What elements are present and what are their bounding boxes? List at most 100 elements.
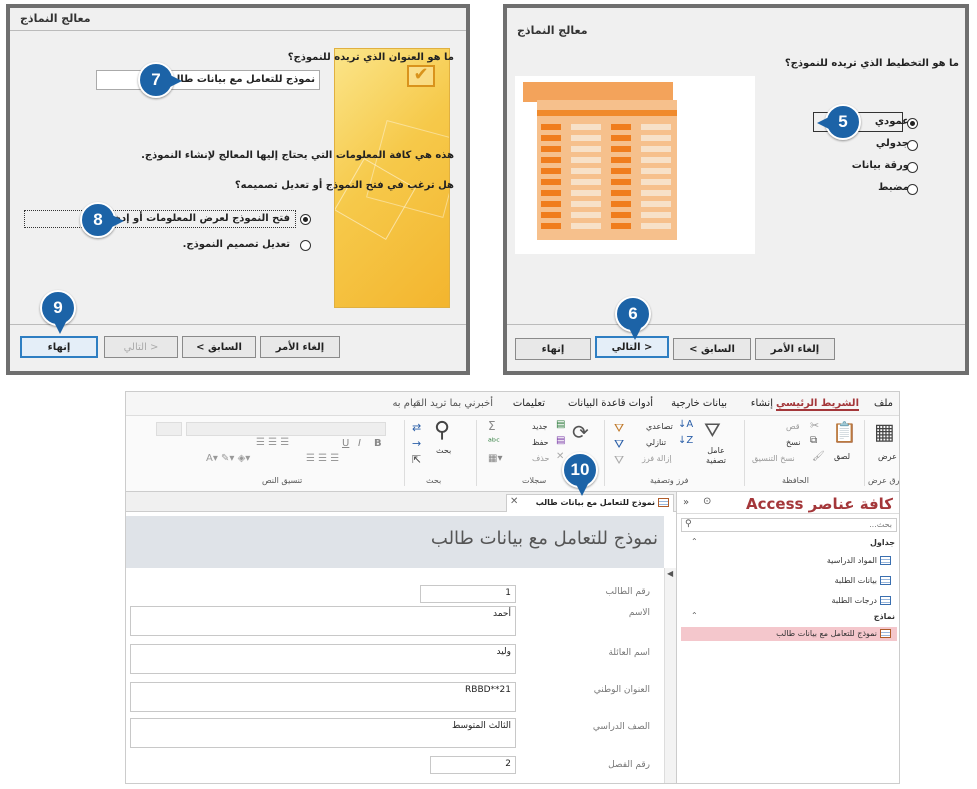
- select-icon[interactable]: ⇱: [412, 454, 421, 465]
- tab-external-data[interactable]: بيانات خارجية: [671, 398, 727, 409]
- record-selector[interactable]: [664, 568, 676, 783]
- tab-help[interactable]: تعليمات: [513, 398, 545, 409]
- view-button-label[interactable]: عرض: [878, 452, 897, 461]
- nav-table-item[interactable]: بيانات الطلبة: [835, 576, 891, 585]
- back-button[interactable]: < السابق: [673, 338, 751, 360]
- delete-record-icon[interactable]: ✕: [556, 452, 564, 462]
- collapse-tables-icon[interactable]: ⌃: [691, 538, 698, 546]
- nav-pane-title[interactable]: كافة عناصر Access: [746, 495, 893, 513]
- toggle-filter-icon[interactable]: ⛛: [614, 454, 624, 466]
- sort-asc-label[interactable]: تصاعدي: [646, 422, 673, 431]
- checkmark-icon: ✔: [407, 65, 435, 87]
- group-find: بحث: [426, 476, 442, 485]
- bold-button[interactable]: B: [374, 438, 382, 449]
- nav-section-tables[interactable]: جداول: [870, 538, 895, 547]
- finish-button[interactable]: إنهاء: [515, 338, 591, 360]
- field-class-number[interactable]: 2: [430, 756, 516, 774]
- tell-me-box[interactable]: أخبرني بما تريد القيام به: [392, 398, 493, 409]
- font-size-dropdown[interactable]: [156, 422, 182, 436]
- nav-form-item[interactable]: نموذج للتعامل مع بيانات طالب: [776, 629, 891, 638]
- option-tabular[interactable]: جدولي: [876, 138, 909, 149]
- delete-record-label[interactable]: حذف: [532, 454, 549, 463]
- filter-label[interactable]: عامل تصفية: [698, 446, 734, 466]
- scissors-icon[interactable]: ✂: [810, 420, 819, 431]
- sort-desc-icon[interactable]: ↓Z: [678, 436, 693, 446]
- option-datasheet[interactable]: ورقة بيانات: [852, 160, 909, 171]
- radio-modify-design[interactable]: [300, 240, 311, 251]
- goto-icon[interactable]: →: [412, 438, 421, 449]
- option-columnar[interactable]: عمودي: [875, 116, 909, 127]
- field-grade[interactable]: الثالث المتوسط: [130, 718, 516, 748]
- layout-preview: [515, 76, 755, 254]
- remove-sort-label[interactable]: إزالة فرز: [642, 454, 672, 463]
- italic-button[interactable]: I: [358, 438, 361, 449]
- tab-file[interactable]: ملف: [874, 398, 893, 409]
- sort-desc-label[interactable]: تنازلي: [646, 438, 666, 447]
- tab-database-tools[interactable]: أدوات قاعدة البيانات: [568, 398, 653, 409]
- group-text-formatting: تنسيق النص: [262, 476, 303, 485]
- totals-icon[interactable]: Σ: [488, 420, 496, 432]
- save-record-icon[interactable]: ▤: [556, 436, 565, 446]
- finish-button[interactable]: إنهاء: [20, 336, 98, 358]
- cut-label[interactable]: قص: [786, 422, 800, 431]
- field-first-name[interactable]: أحمد: [130, 606, 516, 636]
- field-national-address[interactable]: RBBD**21: [130, 682, 516, 712]
- font-color-icon[interactable]: A▾ ✎▾ ◈▾: [206, 454, 250, 464]
- form-title-input[interactable]: نموذج للتعامل مع بيانات طالب: [96, 70, 320, 90]
- nav-search-input[interactable]: بحث...: [681, 518, 897, 532]
- document-tab[interactable]: نموذج للتعامل مع بيانات طالب: [506, 494, 674, 512]
- info-text: هذه هي كافة المعلومات التي يحتاج إليها ا…: [141, 150, 454, 161]
- step-badge-8: 8: [80, 202, 124, 238]
- save-record-label[interactable]: حفظ: [532, 438, 549, 447]
- back-button[interactable]: < السابق: [182, 336, 256, 358]
- field-student-id[interactable]: 1: [420, 585, 516, 603]
- radio-open-form[interactable]: [300, 214, 311, 225]
- document-area: نموذج للتعامل مع بيانات طالب ✕ 10 نموذج …: [126, 452, 676, 783]
- tab-create[interactable]: إنشاء: [751, 398, 773, 409]
- more-icon[interactable]: ▦▾: [488, 454, 502, 464]
- nav-table-item[interactable]: درجات الطلبة: [832, 596, 891, 605]
- filter-icon[interactable]: ⛛: [704, 420, 721, 440]
- new-record-label[interactable]: جديد: [532, 422, 548, 431]
- find-label[interactable]: بحث: [436, 446, 451, 455]
- sort-asc-icon[interactable]: ↓A: [678, 420, 693, 430]
- next-button-disabled[interactable]: التالي >: [104, 336, 178, 358]
- step-badge-6: 6: [615, 296, 651, 340]
- paste-label[interactable]: لصق: [834, 452, 850, 461]
- nav-menu-icon[interactable]: ⊙: [703, 497, 711, 507]
- font-name-dropdown[interactable]: [186, 422, 386, 436]
- format-painter-label[interactable]: نسخ التنسيق: [752, 454, 795, 463]
- option-justified[interactable]: مضبط: [878, 182, 909, 193]
- nav-section-forms[interactable]: نماذج: [874, 612, 895, 621]
- underline-button[interactable]: U: [342, 438, 349, 449]
- new-record-icon[interactable]: ▤: [556, 420, 565, 430]
- cancel-button[interactable]: إلغاء الأمر: [755, 338, 835, 360]
- tab-home[interactable]: الشريط الرئيسي: [775, 398, 859, 411]
- cancel-button[interactable]: إلغاء الأمر: [260, 336, 340, 358]
- copy-label[interactable]: نسخ: [786, 438, 801, 447]
- option-modify-label[interactable]: تعديل تصميم النموذج.: [183, 239, 290, 250]
- field-label: رقم الطالب: [605, 587, 650, 597]
- form-icon: [880, 629, 891, 638]
- table-icon: [880, 576, 891, 585]
- step-badge-7: 7: [138, 62, 182, 98]
- collapse-pane-icon[interactable]: »: [683, 498, 689, 508]
- selection-icon[interactable]: ⛛: [614, 422, 624, 434]
- align-icons[interactable]: ☰ ☰ ☰: [256, 438, 289, 448]
- view-icon[interactable]: ▦: [874, 422, 895, 444]
- close-tab-icon[interactable]: ✕: [510, 497, 518, 507]
- replace-icon[interactable]: ⇄: [412, 422, 421, 433]
- nav-table-label: المواد الدراسية: [826, 556, 877, 565]
- find-icon[interactable]: ⚲: [434, 420, 450, 442]
- collapse-forms-icon[interactable]: ⌃: [691, 612, 698, 620]
- refresh-all-icon[interactable]: ⟳: [572, 422, 589, 442]
- paragraph-icons[interactable]: ☰ ☰ ☰: [306, 454, 339, 464]
- field-last-name[interactable]: وليد: [130, 644, 516, 674]
- advanced-filter-icon[interactable]: ⛛: [614, 438, 624, 450]
- table-icon: [880, 556, 891, 565]
- brush-icon[interactable]: 🖌: [812, 452, 825, 462]
- copy-icon[interactable]: ⧉: [810, 436, 817, 446]
- paste-icon[interactable]: 📋: [832, 422, 857, 442]
- nav-table-item[interactable]: المواد الدراسية: [827, 556, 891, 565]
- spelling-icon[interactable]: ᵃᵇᶜ: [488, 438, 500, 448]
